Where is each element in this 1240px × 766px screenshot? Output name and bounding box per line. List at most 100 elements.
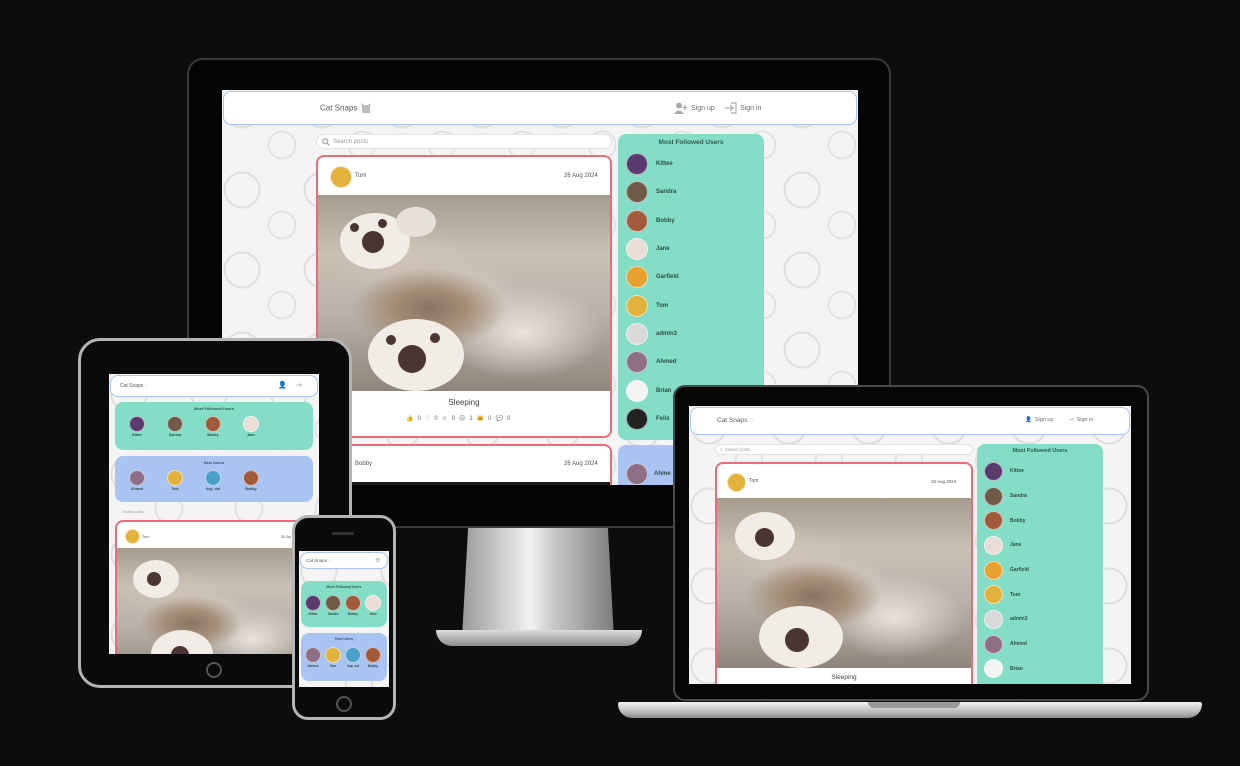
user-name[interactable]: Kittee [309, 612, 318, 616]
user-item-kop_cat[interactable]: kop_cat [205, 470, 221, 491]
user-name[interactable]: Sandra [169, 433, 181, 437]
avatar[interactable] [345, 595, 361, 611]
avatar[interactable] [727, 473, 746, 492]
avatar[interactable] [626, 294, 648, 317]
avatar[interactable] [626, 407, 648, 430]
user-name[interactable]: Jane [1010, 542, 1021, 548]
user-item-admin3[interactable]: admin3 [626, 320, 679, 348]
user-name[interactable]: Tom [656, 303, 668, 309]
user-name[interactable]: Bobby [368, 664, 378, 668]
user-item-tom[interactable]: Tom [325, 647, 341, 668]
laugh-icon[interactable]: ☺ [442, 416, 448, 422]
avatar[interactable] [984, 511, 1003, 531]
user-item-brian[interactable]: Brian [626, 376, 679, 404]
add-user-icon[interactable]: 👤 [278, 381, 287, 389]
avatar[interactable] [626, 322, 648, 345]
user-name[interactable]: Brian [1010, 666, 1023, 672]
post-card[interactable]: Tom 26 Aug 2024 Sleeping 👍 0 ♡ 0 ☺ 0 ☹ 1 🐱 0 … [316, 155, 612, 438]
user-item-garfield[interactable]: Garfield [626, 263, 679, 291]
search-input[interactable]: ⌕ Search posts [115, 507, 313, 516]
user-item-sandra[interactable]: Sandra [626, 178, 679, 206]
sign-in-icon[interactable]: ⇥ [296, 381, 302, 389]
search-input[interactable]: Search posts [316, 134, 612, 149]
signup-link[interactable]: 👤 Sign up [1025, 417, 1054, 423]
user-item-jane[interactable]: Jane [626, 235, 679, 263]
user-name[interactable]: kop_cat [347, 664, 359, 668]
user-item-tom[interactable]: Tom [984, 582, 1029, 607]
signin-link[interactable]: Sign in [724, 102, 761, 114]
cat-face-icon[interactable]: 🐱 [477, 415, 484, 422]
avatar[interactable] [205, 470, 221, 486]
user-name[interactable]: Bobby [656, 218, 675, 224]
avatar[interactable] [129, 470, 145, 486]
user-item-bobby[interactable]: Bobby [626, 207, 679, 235]
post-card[interactable]: Bobby 26 Aug 2024 [316, 444, 612, 485]
user-name[interactable]: Sandra [656, 189, 676, 195]
avatar[interactable] [984, 560, 1003, 580]
menu-icon[interactable]: ≡ [375, 556, 381, 564]
user-name[interactable]: Sandra [1010, 493, 1027, 499]
avatar[interactable] [984, 585, 1003, 605]
avatar[interactable] [984, 535, 1003, 555]
user-item-jane[interactable]: Jane [365, 595, 381, 616]
user-name[interactable]: Kittee [1010, 468, 1024, 474]
user-name[interactable]: Bobby [1010, 518, 1026, 524]
post-image[interactable] [717, 498, 971, 668]
user-item-brian[interactable]: Brian [984, 657, 1029, 682]
comment-icon[interactable]: 💬 [495, 415, 502, 422]
user-item-tom[interactable]: Tom [626, 291, 679, 319]
post-image[interactable] [117, 548, 311, 654]
avatar[interactable] [205, 416, 221, 432]
user-name[interactable]: Ahmed [1010, 641, 1027, 647]
post-author[interactable]: Bobby [355, 461, 372, 467]
avatar[interactable] [325, 647, 341, 663]
avatar[interactable] [305, 595, 321, 611]
user-name[interactable]: Ahmed [656, 359, 676, 365]
user-name[interactable]: Sandra [328, 612, 339, 616]
user-item-kittee[interactable]: Kittee [129, 416, 145, 437]
user-item-ahmed[interactable]: Ahmed [305, 647, 321, 668]
user-item-tom[interactable]: Tom [167, 470, 183, 491]
avatar[interactable] [243, 470, 259, 486]
user-item-ahmed[interactable]: Ahmed [626, 348, 679, 376]
like-icon[interactable]: 👍 [406, 415, 413, 422]
avatar[interactable] [325, 595, 341, 611]
user-name[interactable]: Kittee [132, 433, 142, 437]
user-name[interactable]: Bobby [245, 487, 256, 491]
brand-logo[interactable]: Cat Snaps ⌂ [120, 383, 148, 389]
love-icon[interactable]: ♡ [425, 415, 430, 422]
post-card[interactable]: Tom 26 Au [115, 520, 313, 654]
user-item-ahmed[interactable]: Ahmed [984, 632, 1029, 657]
avatar[interactable] [626, 153, 648, 176]
post-image[interactable] [318, 195, 610, 391]
user-name[interactable]: Felix [656, 416, 670, 422]
user-item-bobby[interactable]: Bobby [345, 595, 361, 616]
user-name[interactable]: Tom [1010, 592, 1020, 598]
user-item-kittee[interactable]: Kittee [626, 150, 679, 178]
avatar[interactable] [129, 416, 145, 432]
user-item-bobby[interactable]: Bobby [984, 508, 1029, 533]
user-item-kittee[interactable]: Kittee [305, 595, 321, 616]
brand-logo[interactable]: Cat Snaps ⌂ [717, 417, 753, 424]
user-name[interactable]: Jane [369, 612, 376, 616]
avatar[interactable] [626, 463, 648, 485]
user-name[interactable]: admin3 [656, 331, 677, 337]
avatar[interactable] [167, 416, 183, 432]
avatar[interactable] [984, 609, 1003, 629]
avatar[interactable] [345, 647, 361, 663]
user-name[interactable]: Ahmed [308, 664, 319, 668]
user-name[interactable]: Kittee [656, 161, 673, 167]
post-author[interactable]: Tom [749, 478, 758, 484]
signin-link[interactable]: ⇥ Sign in [1069, 417, 1093, 423]
avatar[interactable] [243, 416, 259, 432]
user-name[interactable]: Jane [247, 433, 255, 437]
avatar[interactable] [626, 266, 648, 289]
avatar[interactable] [626, 351, 648, 374]
user-item-bobby[interactable]: Bobby [205, 416, 221, 437]
avatar[interactable] [984, 659, 1003, 679]
user-item-ahmed[interactable]: Ahmed [129, 470, 145, 491]
avatar[interactable] [305, 647, 321, 663]
user-item-sandra[interactable]: Sandra [325, 595, 341, 616]
brand-logo[interactable]: Cat Snaps [320, 103, 372, 114]
user-item-garfield[interactable]: Garfield [984, 558, 1029, 583]
